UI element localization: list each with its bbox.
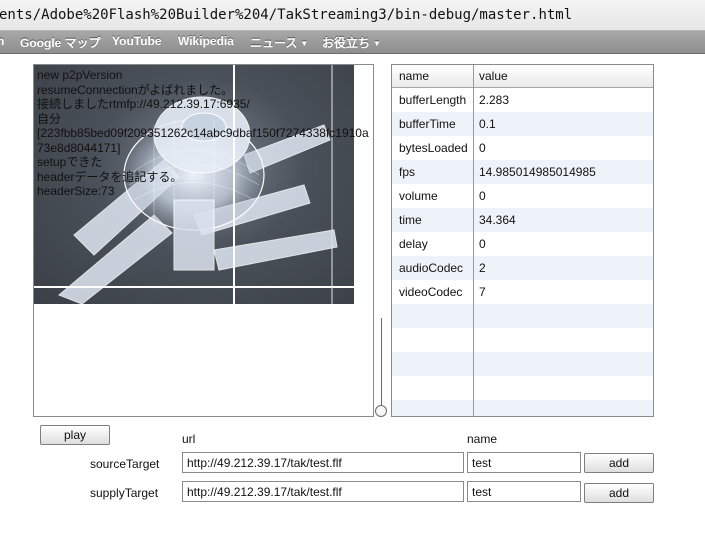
row-value: 34.364 [479, 213, 516, 227]
chevron-down-icon: ▼ [373, 39, 381, 48]
chevron-down-icon: ▼ [300, 39, 309, 48]
grid-header: name value [392, 65, 653, 88]
column-header-value[interactable]: value [479, 69, 508, 83]
bookmarks-bar: n Google マップ YouTube Wikipedia ニュース ▼ お役立… [0, 31, 705, 54]
url-text[interactable]: ents/Adobe%20Flash%20Builder%204/TakStre… [0, 7, 572, 23]
empty-row [392, 352, 653, 376]
video-panel: new p2pVersion resumeConnectionがよばれました。 … [33, 64, 374, 417]
row-value: 0 [479, 189, 486, 203]
row-value: 2.283 [479, 93, 510, 107]
table-row[interactable]: bufferLength 2.283 [392, 88, 653, 112]
source-url-input[interactable]: http://49.212.39.17/tak/test.flf [182, 452, 464, 473]
table-row[interactable]: delay 0 [392, 232, 653, 256]
source-name-input[interactable]: test [467, 452, 581, 473]
volume-slider[interactable] [375, 318, 387, 417]
bookmark-wikipedia[interactable]: Wikipedia [178, 34, 234, 48]
bookmark-folder-news[interactable]: ニュース ▼ [250, 34, 308, 51]
bookmark-folder-useful[interactable]: お役立ち ▼ [322, 34, 381, 51]
url-column-label: url [182, 432, 196, 446]
supply-name-input[interactable]: test [467, 481, 581, 502]
bookmark-youtube[interactable]: YouTube [112, 34, 162, 48]
empty-row [392, 376, 653, 400]
source-target-label: sourceTarget [90, 457, 160, 471]
address-bar[interactable]: ents/Adobe%20Flash%20Builder%204/TakStre… [0, 0, 705, 31]
row-name: bufferTime [399, 117, 456, 131]
row-name: fps [399, 165, 416, 179]
row-value: 14.985014985014985 [479, 165, 596, 179]
debug-log: new p2pVersion resumeConnectionがよばれました。 … [37, 68, 369, 198]
empty-row [392, 400, 653, 416]
row-value: 0 [479, 237, 486, 251]
slider-track [381, 318, 382, 408]
table-row[interactable]: time 34.364 [392, 208, 653, 232]
table-row[interactable]: audioCodec 2 [392, 256, 653, 280]
column-header-name[interactable]: name [399, 69, 429, 83]
row-value: 2 [479, 261, 486, 275]
table-row[interactable]: videoCodec 7 [392, 280, 653, 304]
bookmark-google-maps[interactable]: Google マップ [20, 34, 101, 51]
row-name: time [399, 213, 422, 227]
table-row[interactable]: fps 14.985014985014985 [392, 160, 653, 184]
slider-thumb[interactable] [375, 405, 387, 417]
table-row[interactable]: bufferTime 0.1 [392, 112, 653, 136]
bookmark-folder-news-label: ニュース [250, 36, 298, 50]
play-button[interactable]: play [40, 425, 110, 445]
row-name: audioCodec [399, 261, 464, 275]
supply-add-button[interactable]: add [584, 483, 654, 503]
empty-row [392, 328, 653, 352]
bookmark-folder-useful-label: お役立ち [322, 36, 371, 50]
row-name: bufferLength [399, 93, 467, 107]
table-row[interactable]: bytesLoaded 0 [392, 136, 653, 160]
row-value: 0.1 [479, 117, 496, 131]
row-value: 0 [479, 141, 486, 155]
bookmark-item[interactable]: n [0, 34, 4, 48]
supply-target-label: supplyTarget [90, 486, 159, 500]
supply-url-input[interactable]: http://49.212.39.17/tak/test.flf [182, 481, 464, 502]
column-divider [473, 65, 474, 416]
row-name: videoCodec [399, 285, 463, 299]
row-name: delay [399, 237, 428, 251]
row-name: bytesLoaded [399, 141, 468, 155]
row-name: volume [399, 189, 438, 203]
stats-grid[interactable]: name value bufferLength 2.283 bufferTime 0… [391, 64, 654, 417]
table-row[interactable]: volume 0 [392, 184, 653, 208]
empty-row [392, 304, 653, 328]
name-column-label: name [467, 432, 498, 446]
row-value: 7 [479, 285, 486, 299]
source-add-button[interactable]: add [584, 453, 654, 473]
